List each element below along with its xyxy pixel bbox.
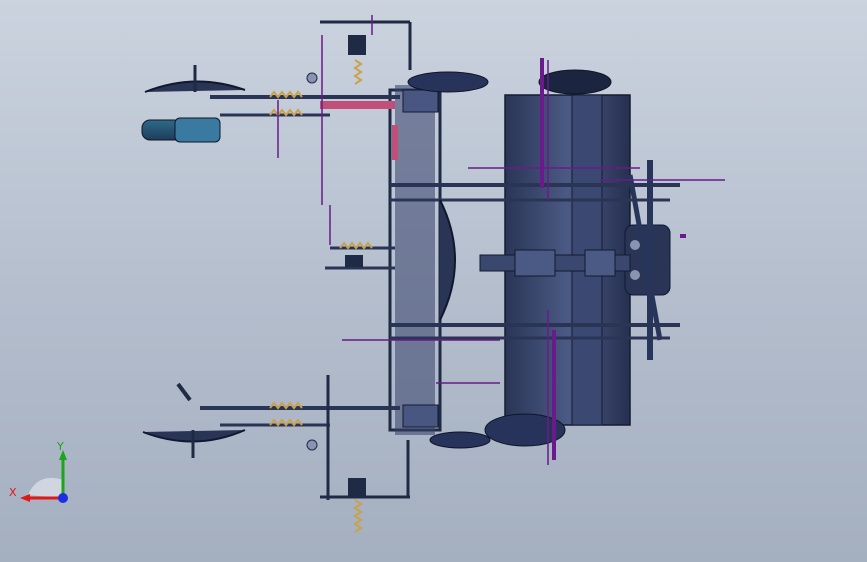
triad-y-label: Y bbox=[56, 440, 64, 453]
graphics-viewport[interactable]: Y X bbox=[0, 0, 867, 562]
x-axis-arrow-head bbox=[20, 494, 30, 502]
lower-arm-assembly bbox=[200, 375, 410, 533]
z-axis-dot bbox=[58, 493, 68, 503]
upper-disc-wheel bbox=[141, 65, 246, 143]
pto-shaft bbox=[479, 249, 631, 277]
coordinate-triad: Y X bbox=[8, 440, 78, 510]
lower-disc bbox=[142, 382, 246, 458]
tillage-machine-model[interactable] bbox=[0, 0, 867, 562]
triad-backdrop bbox=[28, 477, 63, 498]
triad-x-label: X bbox=[9, 486, 17, 499]
gearbox bbox=[624, 160, 671, 360]
upper-arm-assembly bbox=[210, 20, 412, 160]
middle-spring-assembly bbox=[325, 241, 395, 270]
